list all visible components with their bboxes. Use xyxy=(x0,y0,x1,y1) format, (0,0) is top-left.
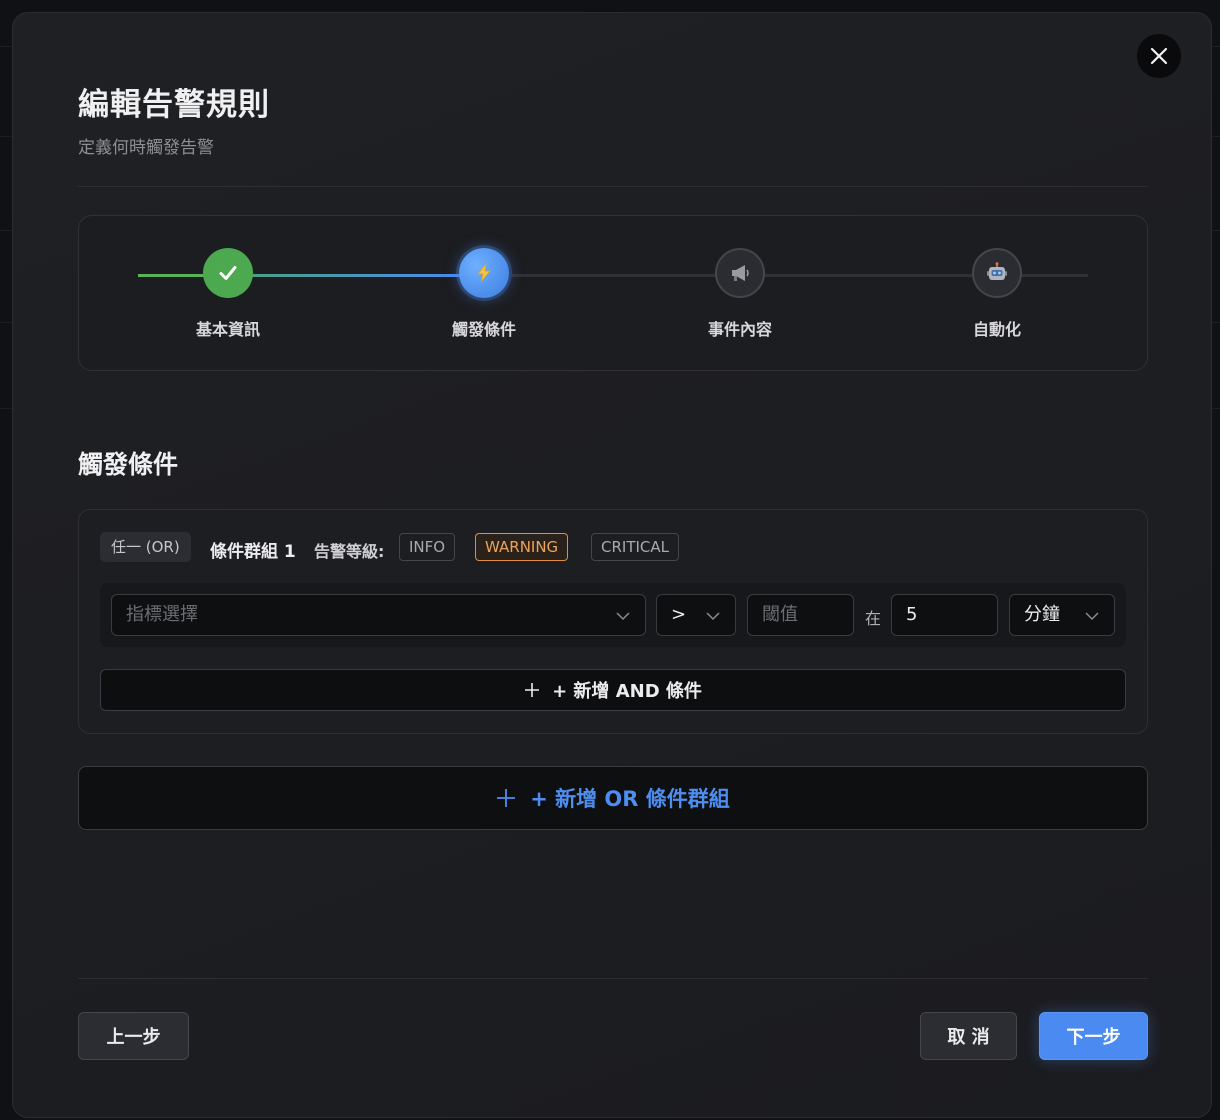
threshold-placeholder: 閾值 xyxy=(762,604,798,625)
step-2-circle[interactable] xyxy=(459,248,509,298)
section-title: 觸發條件 xyxy=(78,450,179,479)
modal-subtitle: 定義何時觸發告警 xyxy=(78,138,214,158)
duration-unit-select[interactable]: 分鐘 xyxy=(1009,594,1115,636)
condition-row: 指標選擇 > 閾值 在 5 分鐘 xyxy=(100,583,1126,647)
plus-icon xyxy=(497,789,516,807)
lightning-icon xyxy=(477,263,491,283)
step-3-circle[interactable] xyxy=(715,248,765,298)
step-1-circle[interactable] xyxy=(203,248,253,298)
check-icon xyxy=(219,266,237,280)
footer-divider xyxy=(78,978,1148,979)
condition-group: 任一 (OR) 條件群組 1 告警等級: INFO WARNING CRITIC… xyxy=(78,509,1148,734)
duration-value: 5 xyxy=(906,604,918,625)
chevron-down-icon xyxy=(1085,612,1099,621)
operator-select[interactable]: > xyxy=(656,594,736,636)
chevron-down-icon xyxy=(616,612,630,621)
level-chip-info[interactable]: INFO xyxy=(399,533,456,561)
megaphone-icon xyxy=(732,265,749,281)
step-3-label: 事件內容 xyxy=(707,320,772,339)
step-2-label: 觸發條件 xyxy=(451,320,516,339)
within-label: 在 xyxy=(865,609,882,628)
metric-select-placeholder: 指標選擇 xyxy=(126,604,198,625)
close-icon xyxy=(1150,47,1168,65)
level-chip-warning[interactable]: WARNING xyxy=(475,533,569,561)
step-1-label: 基本資訊 xyxy=(195,320,260,339)
close-button[interactable] xyxy=(1137,34,1181,78)
add-and-condition-button[interactable]: + 新增 AND 條件 xyxy=(100,669,1126,711)
operator-value: > xyxy=(671,604,687,625)
alert-level-label: 告警等級: xyxy=(314,542,385,561)
chevron-down-icon xyxy=(706,612,720,621)
level-chip-critical[interactable]: CRITICAL xyxy=(591,533,679,561)
group-name: 條件群組 1 xyxy=(210,542,296,562)
add-or-group-label: + 新增 OR 條件群組 xyxy=(530,787,730,811)
header-divider xyxy=(78,186,1148,187)
step-4-circle[interactable] xyxy=(972,248,1022,298)
step-connector-progress xyxy=(228,274,468,277)
logic-badge[interactable]: 任一 (OR) xyxy=(100,532,191,562)
edit-alert-rule-modal: 編輯告警規則 定義何時觸發告警 基本資訊 觸發條件 事件內容 自動化 觸發條件 … xyxy=(12,12,1212,1118)
duration-input[interactable]: 5 xyxy=(891,594,998,636)
previous-step-button[interactable]: 上一步 xyxy=(78,1012,189,1060)
threshold-input[interactable]: 閾值 xyxy=(747,594,854,636)
step-4-label: 自動化 xyxy=(972,320,1021,339)
duration-unit-value: 分鐘 xyxy=(1024,604,1060,625)
add-and-condition-label: + 新增 AND 條件 xyxy=(552,681,702,702)
add-or-group-button[interactable]: + 新增 OR 條件群組 xyxy=(78,766,1148,830)
step-progress: 基本資訊 觸發條件 事件內容 自動化 xyxy=(78,215,1148,371)
cancel-button[interactable]: 取 消 xyxy=(920,1012,1017,1060)
modal-title: 編輯告警規則 xyxy=(78,87,270,123)
metric-select[interactable]: 指標選擇 xyxy=(111,594,646,636)
plus-icon xyxy=(525,683,540,697)
robot-icon xyxy=(987,262,1007,280)
next-step-button[interactable]: 下一步 xyxy=(1039,1012,1148,1060)
